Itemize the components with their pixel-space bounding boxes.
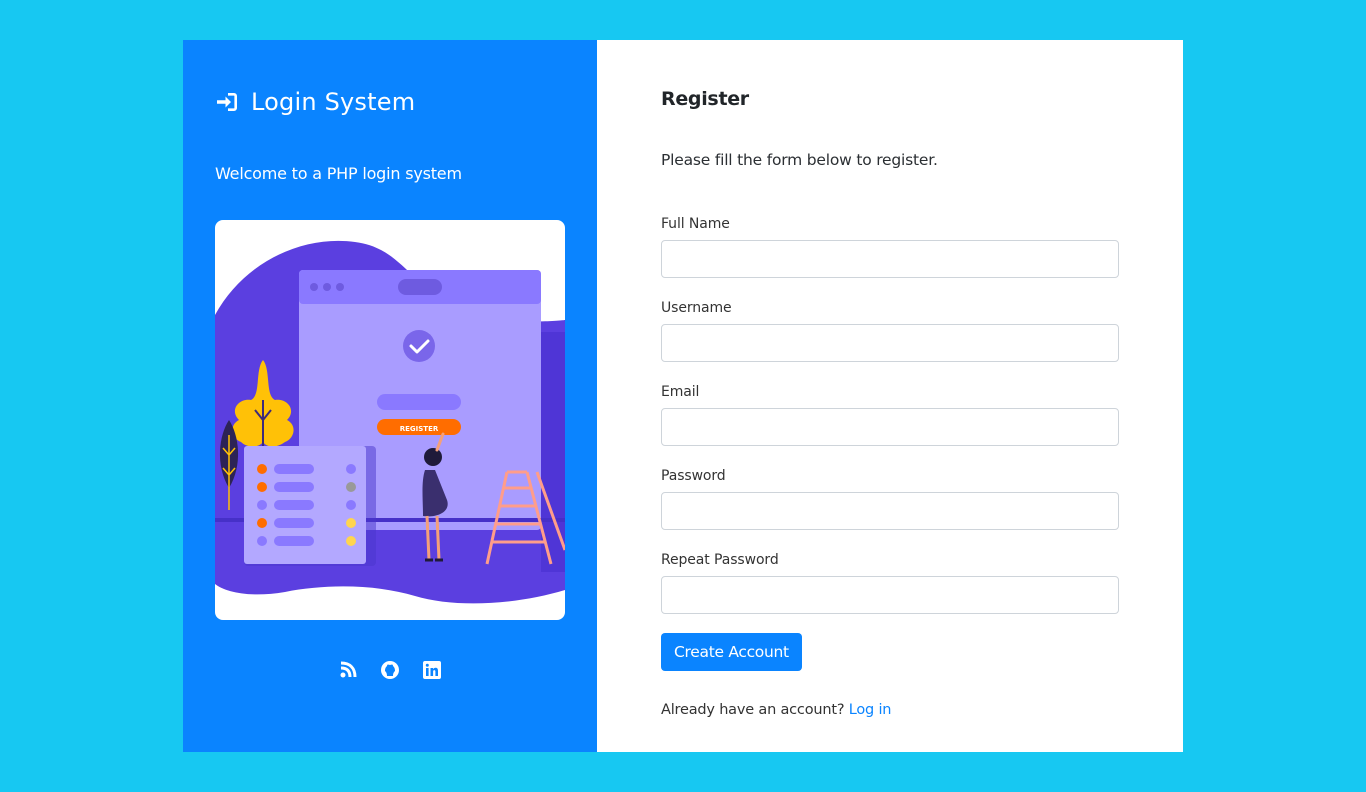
username-group: Username	[661, 300, 1119, 362]
username-label: Username	[661, 300, 732, 316]
github-icon[interactable]	[380, 660, 400, 680]
brand-panel: Login System Welcome to a PHP login syst…	[183, 40, 597, 752]
full-name-group: Full Name	[661, 216, 1119, 278]
welcome-text: Welcome to a PHP login system	[215, 164, 462, 183]
illustration-graphic: REGISTER	[215, 240, 565, 604]
full-name-input[interactable]	[661, 240, 1119, 278]
form-title: Register	[661, 88, 749, 110]
repeat-password-label: Repeat Password	[661, 552, 779, 568]
password-input[interactable]	[661, 492, 1119, 530]
email-group: Email	[661, 384, 1119, 446]
brand-title: Login System	[251, 88, 416, 116]
social-links	[183, 660, 597, 680]
register-form-panel: Register Please fill the form below to r…	[597, 40, 1183, 752]
full-name-label: Full Name	[661, 216, 730, 232]
illustration-register-label: REGISTER	[400, 425, 439, 433]
register-illustration: REGISTER	[215, 220, 565, 620]
email-label: Email	[661, 384, 700, 400]
login-link[interactable]: Log in	[849, 702, 892, 718]
register-card: Login System Welcome to a PHP login syst…	[183, 40, 1183, 752]
brand-header: Login System	[215, 88, 415, 116]
repeat-password-input[interactable]	[661, 576, 1119, 614]
form-subtitle: Please fill the form below to register.	[661, 151, 938, 169]
linkedin-icon[interactable]	[422, 660, 442, 680]
login-prompt: Already have an account? Log in	[661, 702, 891, 718]
login-prompt-text: Already have an account?	[661, 702, 845, 718]
blog-icon[interactable]	[338, 660, 358, 680]
username-input[interactable]	[661, 324, 1119, 362]
repeat-password-group: Repeat Password	[661, 552, 1119, 614]
password-group: Password	[661, 468, 1119, 530]
sign-in-icon	[217, 93, 237, 111]
email-input[interactable]	[661, 408, 1119, 446]
create-account-button[interactable]: Create Account	[661, 633, 802, 671]
password-label: Password	[661, 468, 726, 484]
